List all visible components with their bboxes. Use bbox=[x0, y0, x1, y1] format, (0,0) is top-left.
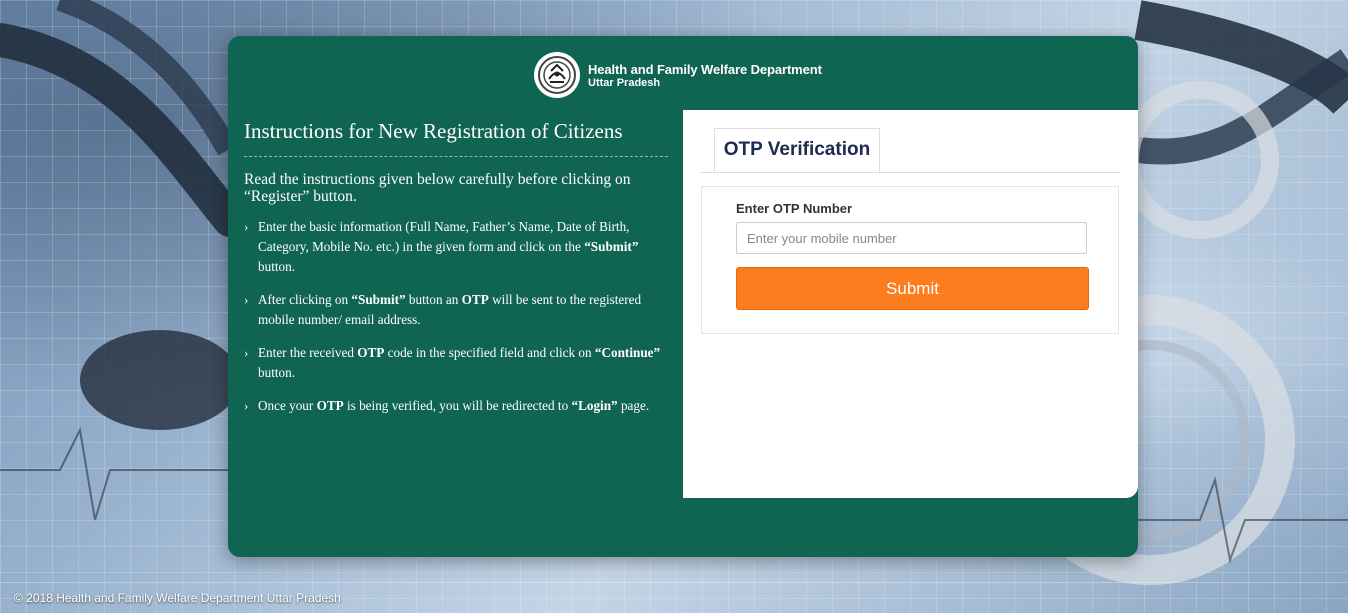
otp-form: Enter OTP Number Submit bbox=[701, 186, 1119, 334]
instruction-emphasis: OTP bbox=[461, 292, 489, 307]
up-state-emblem-icon bbox=[534, 52, 580, 98]
tab-bar: OTP Verification bbox=[701, 128, 1120, 173]
instruction-text: button. bbox=[258, 259, 295, 274]
registration-card: Health and Family Welfare Department Utt… bbox=[228, 36, 1138, 557]
instruction-emphasis: “Submit” bbox=[351, 292, 406, 307]
header-brand: Health and Family Welfare Department Utt… bbox=[534, 50, 822, 100]
otp-form-panel: OTP Verification Enter OTP Number Submit bbox=[683, 110, 1138, 498]
instruction-item: › After clicking on “Submit” button an OT… bbox=[244, 290, 668, 330]
instruction-emphasis: “Submit” bbox=[584, 239, 639, 254]
instruction-item: › Enter the received OTP code in the spec… bbox=[244, 343, 668, 383]
footer-divider bbox=[0, 582, 1348, 583]
tab-otp-verification[interactable]: OTP Verification bbox=[714, 128, 880, 172]
submit-button[interactable]: Submit bbox=[736, 267, 1089, 310]
otp-field-label: Enter OTP Number bbox=[736, 201, 853, 216]
chevron-right-icon: › bbox=[244, 345, 249, 360]
instruction-text: button an bbox=[405, 292, 462, 307]
instruction-item: › Enter the basic information (Full Name,… bbox=[244, 217, 668, 277]
instruction-text: Enter the basic information (Full Name, … bbox=[258, 219, 630, 254]
instruction-text: page. bbox=[617, 398, 650, 413]
instructions-section: Instructions for New Registration of Cit… bbox=[244, 118, 668, 429]
instruction-text: Enter the received bbox=[258, 345, 358, 360]
instruction-text: code in the specified field and click on bbox=[384, 345, 595, 360]
instructions-list: › Enter the basic information (Full Name,… bbox=[244, 217, 668, 416]
instruction-emphasis: OTP bbox=[357, 345, 385, 360]
instructions-intro: Read the instructions given below carefu… bbox=[244, 171, 631, 205]
instruction-text: is being verified, you will be redirecte… bbox=[343, 398, 572, 413]
chevron-right-icon: › bbox=[244, 219, 249, 234]
otp-input[interactable] bbox=[736, 222, 1087, 254]
footer-copyright: © 2018 Health and Family Welfare Departm… bbox=[14, 591, 341, 605]
instruction-text: After clicking on bbox=[258, 292, 352, 307]
instruction-emphasis: “Login” bbox=[571, 398, 618, 413]
instruction-emphasis: “Continue” bbox=[594, 345, 661, 360]
instruction-text: Once your bbox=[258, 398, 317, 413]
instruction-text: button. bbox=[258, 365, 295, 380]
instructions-title: Instructions for New Registration of Cit… bbox=[244, 118, 668, 157]
chevron-right-icon: › bbox=[244, 292, 249, 307]
instruction-item: › Once your OTP is being verified, you wi… bbox=[244, 396, 668, 416]
state-name: Uttar Pradesh bbox=[588, 76, 661, 89]
chevron-right-icon: › bbox=[244, 398, 249, 413]
department-name: Health and Family Welfare Department bbox=[588, 61, 822, 77]
instruction-emphasis: OTP bbox=[316, 398, 344, 413]
